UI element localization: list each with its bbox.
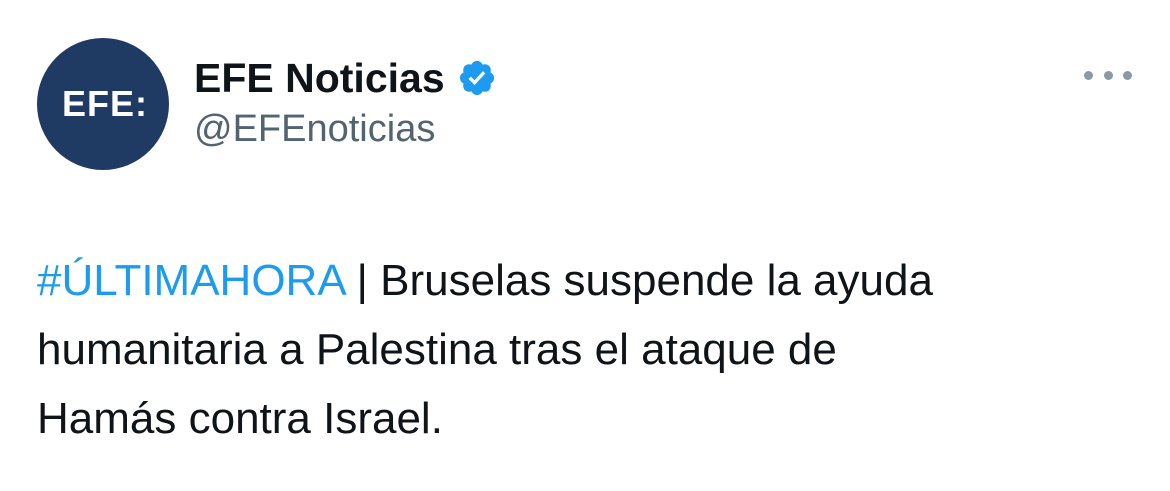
author-avatar[interactable]: EFE: [37, 38, 169, 170]
tweet-body: #ÚLTIMAHORA | Bruselas suspende la ayuda… [37, 246, 1137, 453]
author-display-name[interactable]: EFE Noticias [194, 55, 445, 102]
hashtag-link[interactable]: #ÚLTIMAHORA [37, 256, 344, 305]
more-dot [1103, 70, 1113, 80]
tweet-text-line-3: Hamás contra Israel. [37, 394, 443, 443]
author-handle[interactable]: @EFEnoticias [194, 108, 435, 151]
efe-logo: EFE: [61, 83, 148, 124]
tweet-text-line-1: | Bruselas suspende la ayuda [344, 256, 933, 305]
tweet-text-line-2: humanitaria a Palestina tras el ataque d… [37, 325, 837, 374]
verified-badge-icon [459, 60, 494, 96]
tweet-card: EFE: EFE Noticias @EFEnoticias #ÚLTIMAHO… [0, 0, 1170, 491]
more-options-icon[interactable] [1084, 60, 1132, 90]
more-dot [1123, 70, 1132, 80]
more-dot [1084, 70, 1093, 80]
author-name-row: EFE Noticias [194, 52, 497, 104]
